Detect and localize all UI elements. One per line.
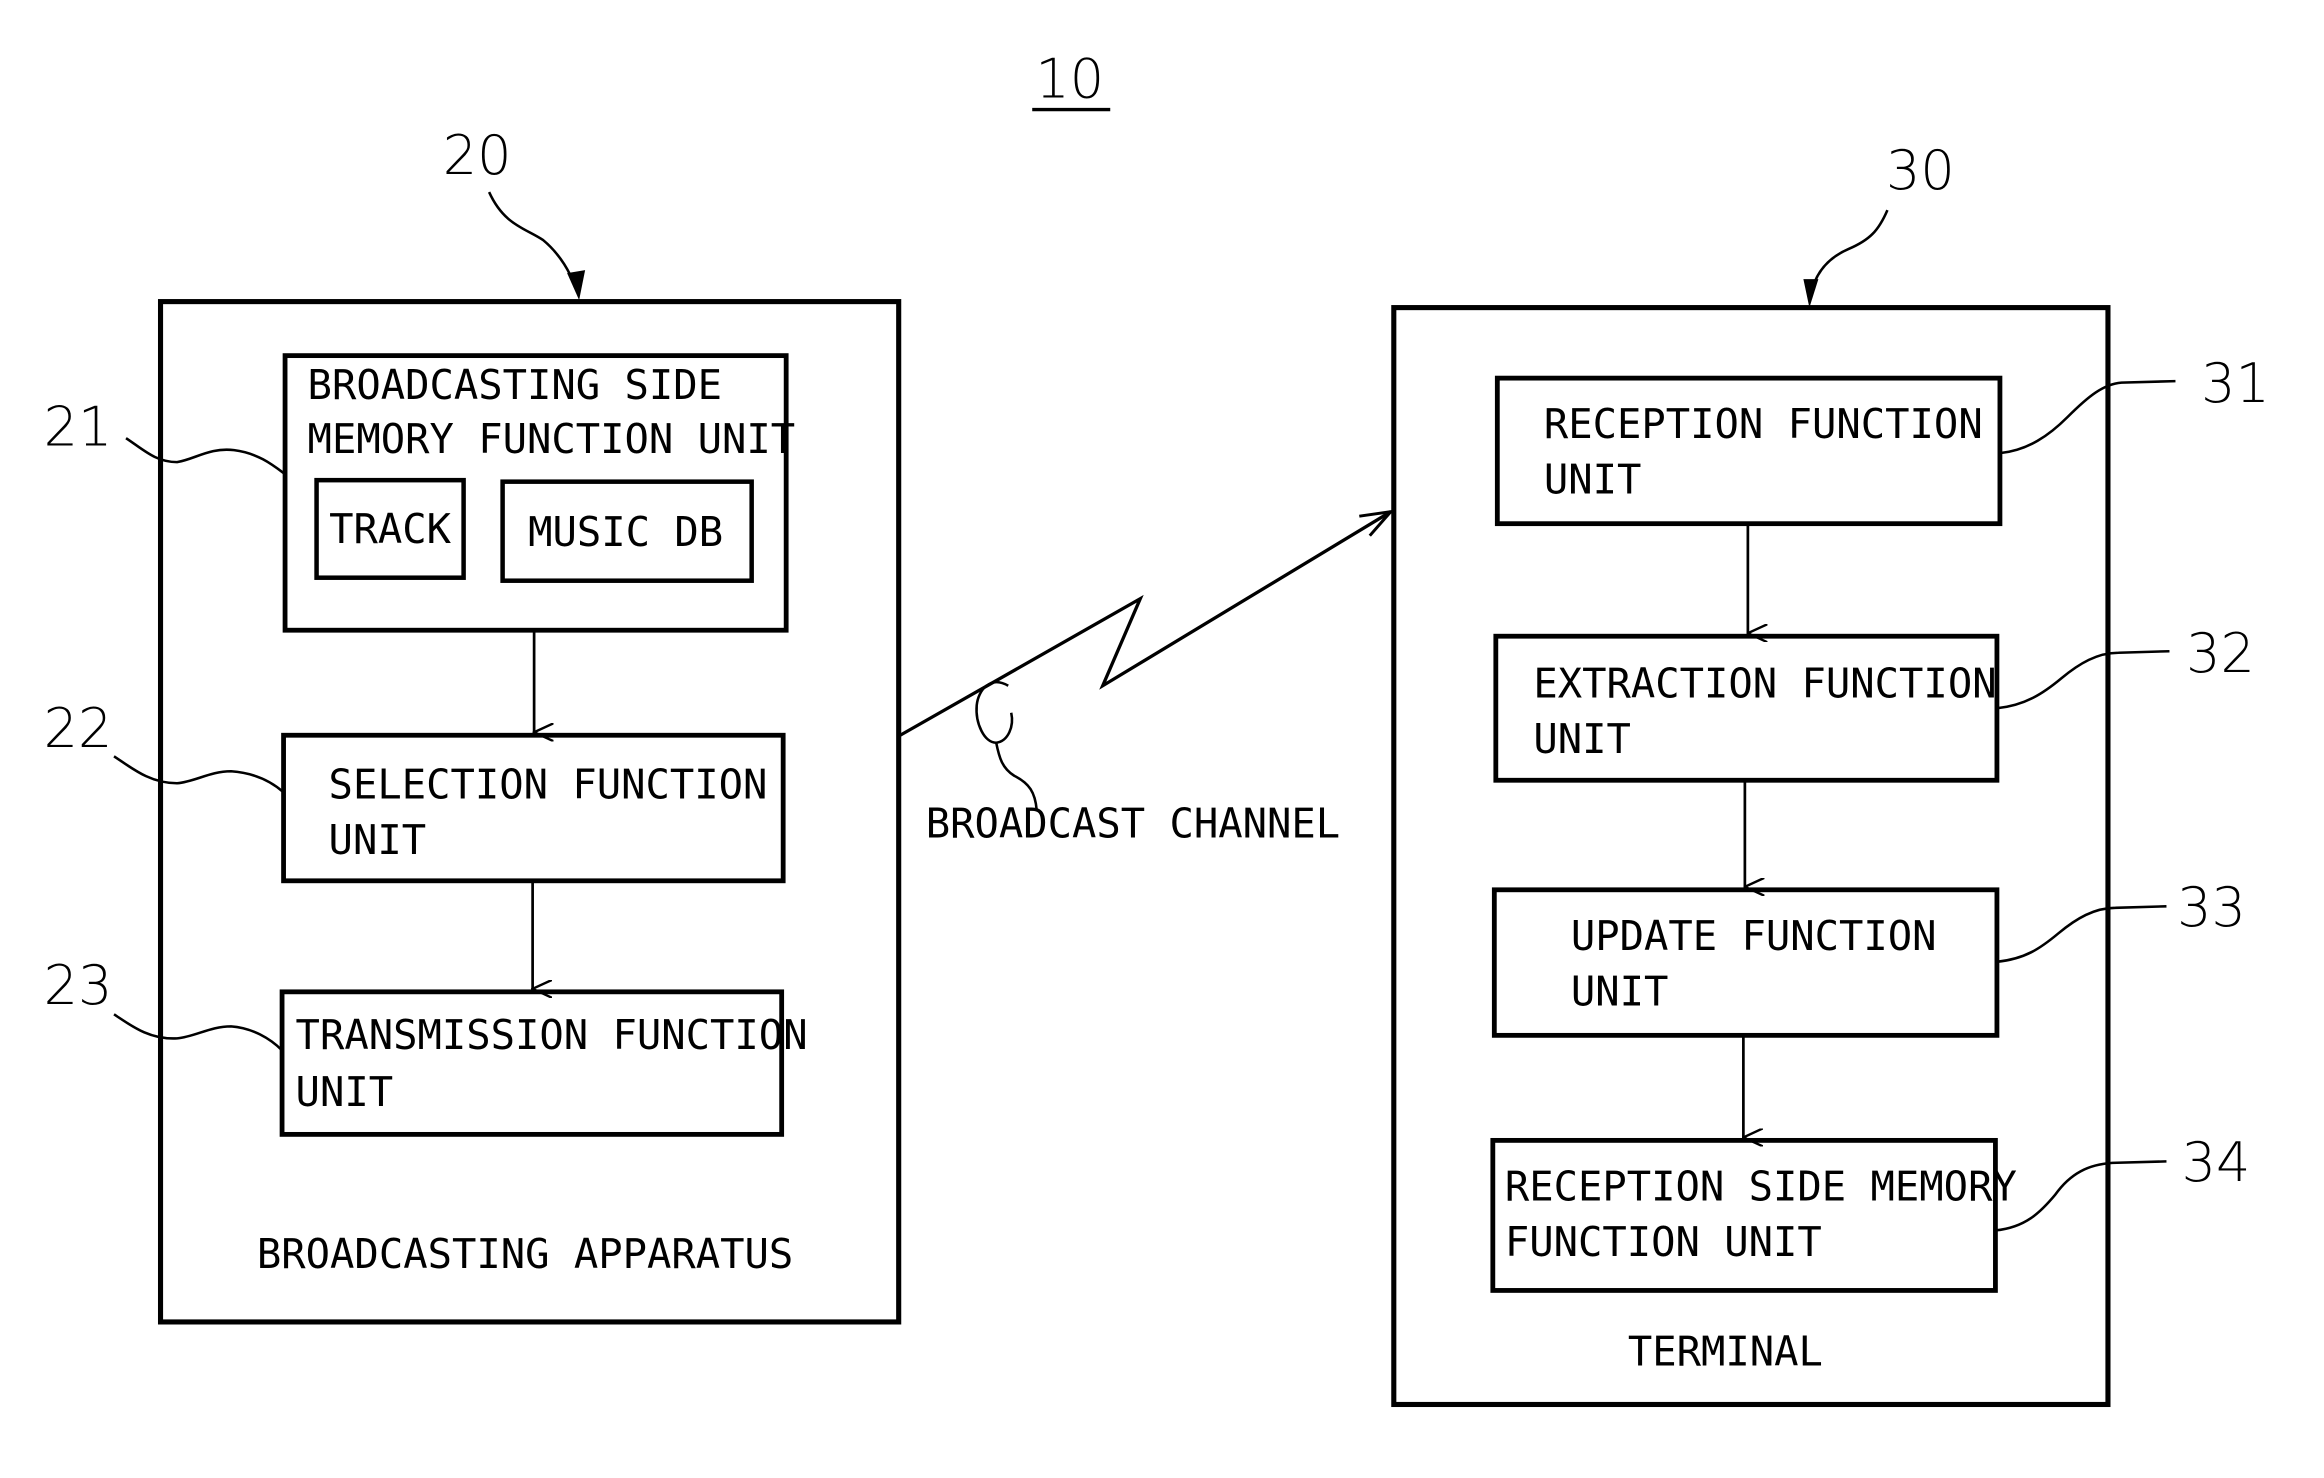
track-label: TRACK (329, 505, 452, 553)
music-db-label: MUSIC DB (528, 508, 723, 556)
channel-loop-marker (975, 680, 1014, 745)
broadcast-channel-lightning (899, 510, 1392, 737)
leader-34 (1995, 1160, 2167, 1232)
unit-34-line-2: FUNCTION UNIT (1505, 1218, 1822, 1266)
ref-31: 31 (2201, 352, 2270, 415)
arrowhead-30 (1803, 279, 1819, 308)
broadcast-channel-arrowhead (1359, 509, 1395, 537)
leader-32 (1996, 649, 2170, 710)
unit-21-line-2: MEMORY FUNCTION UNIT (308, 415, 796, 463)
ref-21: 21 (44, 396, 113, 459)
broadcasting-apparatus-label: BROADCASTING APPARATUS (257, 1230, 793, 1278)
ref-34: 34 (2182, 1131, 2251, 1194)
unit-31-line-1: RECEPTION FUNCTION (1544, 400, 1983, 448)
ref-33: 33 (2177, 876, 2246, 939)
unit-32-line-1: EXTRACTION FUNCTION (1533, 660, 1996, 708)
unit-23-line-2: UNIT (296, 1068, 394, 1116)
unit-34-line-1: RECEPTION SIDE MEMORY (1505, 1162, 2017, 1210)
unit-23-line-1: TRANSMISSION FUNCTION (296, 1011, 808, 1059)
leader-23 (113, 1013, 283, 1052)
terminal: 30 RECEPTION FUNCTION UNIT 31 EXTRACTION… (1391, 139, 2270, 1408)
unit-22-line-1: SELECTION FUNCTION (329, 760, 768, 808)
broadcast-channel-label: BROADCAST CHANNEL (926, 799, 1340, 847)
ref-23: 23 (44, 954, 113, 1017)
unit-31-line-2: UNIT (1544, 456, 1642, 504)
unit-33-line-1: UPDATE FUNCTION (1571, 912, 1937, 960)
system-block-diagram: 10 20 BROADCASTING SIDE MEMORY FUNCTION … (44, 48, 2270, 1408)
unit-32-line-2: UNIT (1533, 715, 1631, 763)
ref-30: 30 (1886, 139, 1955, 202)
unit-21-line-1: BROADCASTING SIDE (308, 361, 722, 409)
leader-22 (113, 755, 285, 794)
leader-31 (1999, 379, 2176, 455)
ref-32: 32 (2186, 622, 2255, 685)
terminal-label: TERMINAL (1628, 1327, 1823, 1375)
arrowhead-20 (567, 270, 586, 301)
leader-33 (1996, 905, 2167, 964)
broadcast-channel: BROADCAST CHANNEL (899, 509, 1395, 847)
unit-22-line-2: UNIT (329, 816, 427, 864)
unit-33-line-2: UNIT (1571, 967, 1669, 1015)
leader-30 (1809, 209, 1889, 295)
ref-22: 22 (44, 697, 113, 760)
figure-number: 10 (1035, 48, 1104, 111)
broadcasting-apparatus: 20 BROADCASTING SIDE MEMORY FUNCTION UNI… (44, 124, 902, 1325)
leader-20 (487, 191, 578, 289)
ref-20: 20 (443, 124, 512, 187)
leader-21 (125, 437, 286, 476)
